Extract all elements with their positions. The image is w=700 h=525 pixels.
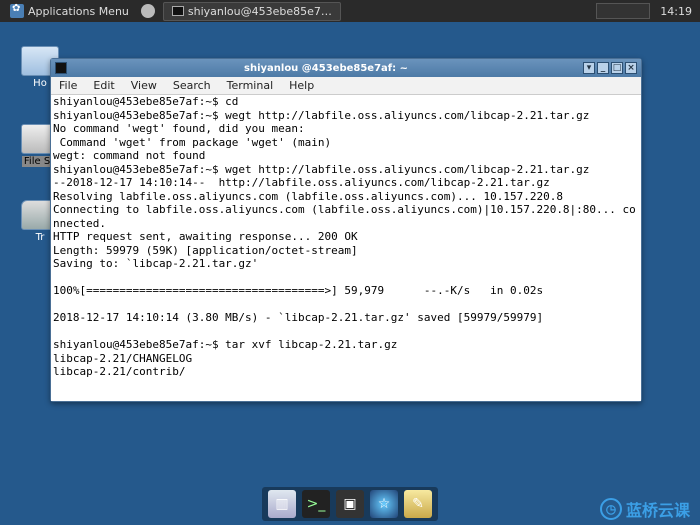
dock-files-icon[interactable]: ▣: [336, 490, 364, 518]
menu-view[interactable]: View: [123, 79, 165, 92]
dock: ▥ >_ ▣ ☆ ✎: [262, 487, 438, 521]
system-tray[interactable]: [596, 3, 650, 19]
brand-logo-icon: ◷: [600, 498, 622, 520]
brand-text: 蓝桥云课: [626, 497, 690, 521]
taskbar-terminal-label: shiyanlou@453ebe85e7…: [188, 5, 332, 18]
applications-menu-label: Applications Menu: [28, 5, 129, 18]
watermark-brand: ◷ 蓝桥云课: [600, 497, 690, 521]
terminal-window: shiyanlou @453ebe85e7af: ~ ▾ _ □ × File …: [50, 58, 642, 402]
terminal-menubar: File Edit View Search Terminal Help: [51, 77, 641, 95]
xfce-logo-icon: [10, 4, 24, 18]
window-title: shiyanlou @453ebe85e7af: ~: [71, 63, 581, 74]
close-button[interactable]: ×: [625, 62, 637, 74]
dock-browser-icon[interactable]: ☆: [370, 490, 398, 518]
top-panel: Applications Menu shiyanlou@453ebe85e7… …: [0, 0, 700, 22]
minimize-button[interactable]: _: [597, 62, 609, 74]
dock-show-desktop-icon[interactable]: ▥: [268, 490, 296, 518]
menu-help[interactable]: Help: [281, 79, 322, 92]
user-icon[interactable]: [141, 4, 155, 18]
maximize-button[interactable]: □: [611, 62, 623, 74]
clock[interactable]: 14:19: [656, 5, 696, 18]
terminal-output[interactable]: shiyanlou@453ebe85e7af:~$ cd shiyanlou@4…: [51, 95, 641, 401]
dock-editor-icon[interactable]: ✎: [404, 490, 432, 518]
menu-edit[interactable]: Edit: [85, 79, 122, 92]
desktop-icon-label: Ho: [33, 78, 47, 89]
window-titlebar[interactable]: shiyanlou @453ebe85e7af: ~ ▾ _ □ ×: [51, 59, 641, 77]
dock-terminal-icon[interactable]: >_: [302, 490, 330, 518]
menu-terminal[interactable]: Terminal: [219, 79, 282, 92]
terminal-icon: [172, 6, 184, 16]
menu-file[interactable]: File: [51, 79, 85, 92]
menu-search[interactable]: Search: [165, 79, 219, 92]
dropdown-button[interactable]: ▾: [583, 62, 595, 74]
window-app-icon: [55, 62, 67, 74]
applications-menu-button[interactable]: Applications Menu: [4, 2, 135, 20]
desktop-icon-label: Tr: [36, 232, 45, 243]
taskbar-terminal-button[interactable]: shiyanlou@453ebe85e7…: [163, 2, 341, 21]
